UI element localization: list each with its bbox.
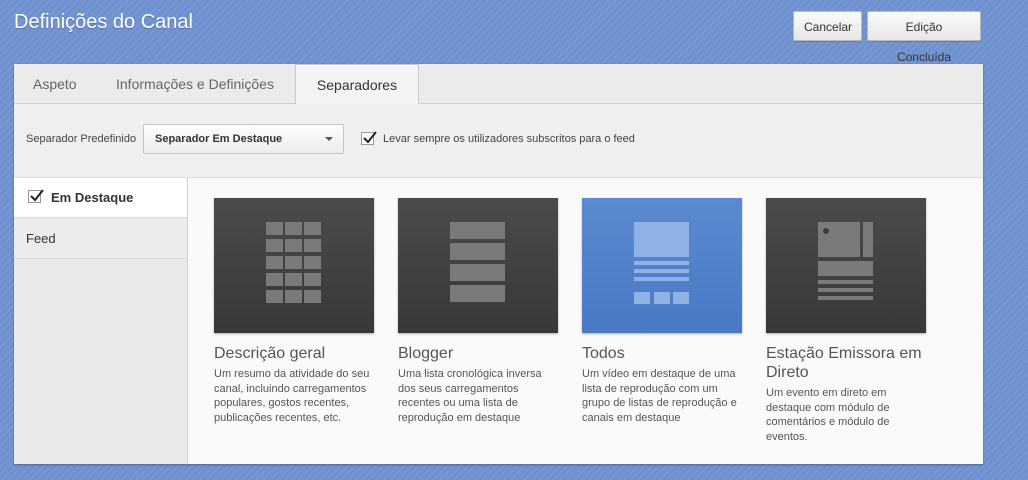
template-description: Uma lista cronológica inversa dos seus c… <box>398 368 542 424</box>
default-tab-label: Separador Predefinido <box>26 133 137 145</box>
live-broadcast-layout-icon <box>766 198 926 333</box>
template-description: Um vídeo em destaque de uma lista de rep… <box>582 368 737 424</box>
featured-video-layout-icon <box>582 198 742 333</box>
sidebar: Em Destaque Feed <box>14 178 188 464</box>
page-title: Definições do Canal <box>14 11 193 33</box>
template-title: Descrição geral <box>214 345 326 362</box>
tab-separators[interactable]: Separadores <box>295 64 419 105</box>
sidebar-item-label: Feed <box>26 231 56 246</box>
tab-info-settings[interactable]: Informações e Definições <box>116 64 274 103</box>
default-tab-select[interactable]: Separador Em Destaque <box>143 124 344 154</box>
chevron-down-icon <box>325 137 333 141</box>
settings-row: Separador Predefinido Separador Em Desta… <box>14 104 983 178</box>
template-card-overview[interactable]: Descrição geral Um resumo da atividade d… <box>214 198 374 425</box>
cancel-button[interactable]: Cancelar <box>793 11 862 41</box>
template-title: Todos <box>582 345 625 362</box>
sidebar-item-label: Em Destaque <box>51 190 134 205</box>
template-description: Um resumo da atividade do seu canal, inc… <box>214 368 370 424</box>
tab-bar: Aspeto Informações e Definições Separado… <box>14 64 983 105</box>
subscribers-label: Levar sempre os utilizadores subscritos … <box>383 133 635 145</box>
template-card-live-broadcast[interactable]: Estação Emissora em Direto Um evento em … <box>766 198 926 444</box>
template-title: Estação Emissora em Direto <box>766 345 922 381</box>
grid-layout-icon <box>214 198 374 333</box>
checkmark-icon <box>363 131 377 144</box>
sidebar-item-featured[interactable]: Em Destaque <box>14 178 187 218</box>
template-card-blogger[interactable]: Blogger Uma lista cronológica inversa do… <box>398 198 558 425</box>
default-tab-value: Separador Em Destaque <box>155 133 283 145</box>
done-editing-button[interactable]: Edição Concluída <box>867 11 981 64</box>
template-description: Um evento em direto em destaque com módu… <box>766 387 890 443</box>
featured-checkbox[interactable] <box>28 189 44 203</box>
stacked-list-icon <box>398 198 558 333</box>
subscribers-checkbox[interactable] <box>361 131 377 145</box>
template-title: Blogger <box>398 345 454 362</box>
tab-appearance[interactable]: Aspeto <box>33 64 77 103</box>
template-card-all[interactable]: Todos Um vídeo em destaque de uma lista … <box>582 198 742 425</box>
channel-settings-panel: Aspeto Informações e Definições Separado… <box>14 64 983 464</box>
checkmark-icon <box>30 189 44 202</box>
sidebar-item-feed[interactable]: Feed <box>14 219 187 259</box>
